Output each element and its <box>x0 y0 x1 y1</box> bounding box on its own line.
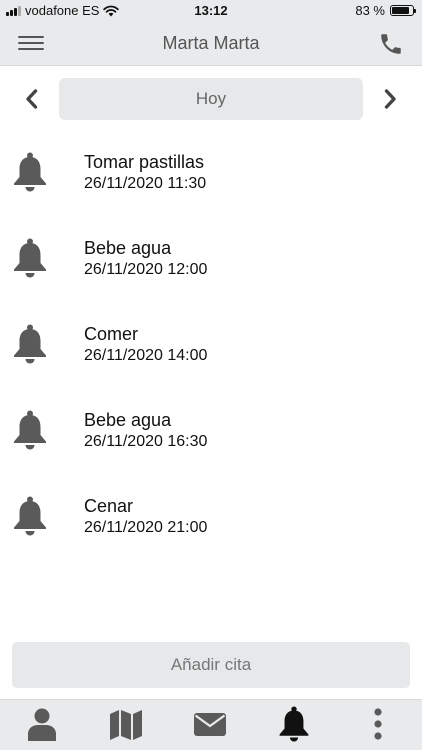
status-right: 83 % <box>355 3 416 18</box>
date-label[interactable]: Hoy <box>59 78 363 120</box>
bell-icon <box>14 410 46 450</box>
list-item[interactable]: Tomar pastillas 26/11/2020 11:30 <box>0 140 422 226</box>
more-vertical-icon[interactable] <box>360 706 396 742</box>
tab-bar <box>0 699 422 750</box>
envelope-icon[interactable] <box>192 706 228 742</box>
chevron-left-icon[interactable] <box>20 87 44 111</box>
reminder-datetime: 26/11/2020 16:30 <box>84 433 208 450</box>
battery-level <box>392 7 409 14</box>
chevron-right-icon[interactable] <box>378 87 402 111</box>
reminder-datetime: 26/11/2020 21:00 <box>84 519 208 536</box>
reminder-title: Tomar pastillas <box>84 152 205 172</box>
bell-icon <box>14 496 46 536</box>
reminder-datetime: 26/11/2020 14:00 <box>84 347 208 364</box>
map-icon[interactable] <box>108 706 144 742</box>
reminder-title: Bebe agua <box>84 238 172 258</box>
bell-icon <box>14 324 46 364</box>
nav-bar: Marta Marta <box>0 22 422 66</box>
list-item[interactable]: Bebe agua 26/11/2020 12:00 <box>0 226 422 312</box>
bell-icon <box>14 238 46 278</box>
reminder-list: Tomar pastillas 26/11/2020 11:30 Bebe ag… <box>0 140 422 570</box>
bell-tab-icon[interactable] <box>276 706 312 742</box>
reminder-title: Bebe agua <box>84 410 172 430</box>
bell-icon <box>14 152 46 192</box>
reminder-title: Cenar <box>84 496 134 516</box>
phone-icon[interactable] <box>378 31 404 57</box>
reminder-datetime: 26/11/2020 12:00 <box>84 261 208 278</box>
list-item[interactable]: Comer 26/11/2020 14:00 <box>0 312 422 398</box>
battery-icon <box>390 5 416 16</box>
battery-percent: 83 % <box>355 3 385 18</box>
person-icon[interactable] <box>24 706 60 742</box>
list-item[interactable]: Cenar 26/11/2020 21:00 <box>0 484 422 570</box>
page-title: Marta Marta <box>162 33 260 53</box>
add-appointment-button[interactable]: Añadir cita <box>12 642 410 688</box>
reminder-datetime: 26/11/2020 11:30 <box>84 175 207 192</box>
list-item[interactable]: Bebe agua 26/11/2020 16:30 <box>0 398 422 484</box>
date-selector: Hoy <box>0 78 422 120</box>
reminder-title: Comer <box>84 324 139 344</box>
status-bar: vodafone ES 13:12 83 % <box>0 0 422 22</box>
